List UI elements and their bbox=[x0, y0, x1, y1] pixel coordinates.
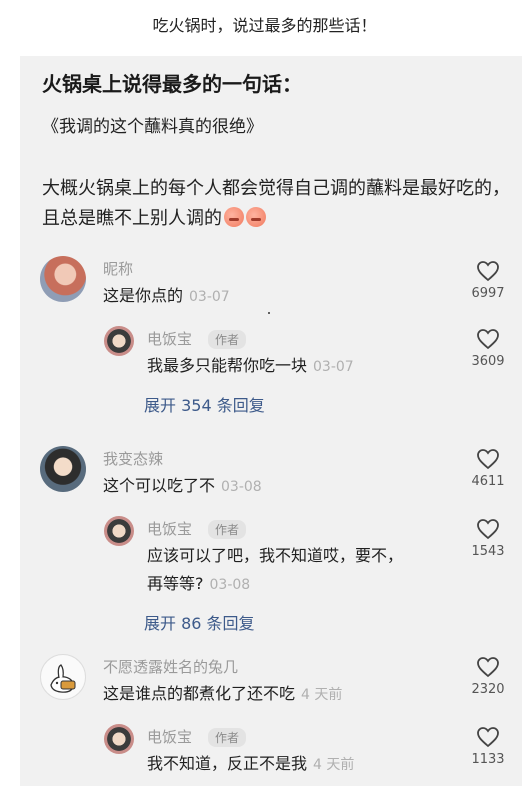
comment-text: 这是你点的 03-07 bbox=[103, 282, 230, 311]
comment-text: 这个可以吃了不 03-08 bbox=[103, 472, 262, 501]
like-count: 3609 bbox=[471, 354, 505, 369]
heart-icon bbox=[477, 727, 499, 748]
like-count: 1543 bbox=[471, 544, 505, 559]
comment-body: 这是谁点的都煮化了还不吃 bbox=[103, 684, 296, 703]
crying-emoji-icon bbox=[224, 207, 244, 227]
avatar[interactable] bbox=[40, 256, 86, 302]
stray-dot bbox=[268, 312, 270, 314]
expand-replies-link[interactable]: 展开 354 条回复 bbox=[144, 392, 265, 416]
post-quote: 《我调的这个蘸料真的很绝》 bbox=[42, 117, 263, 137]
reply-body: 我不知道，反正不是我 bbox=[147, 754, 308, 773]
author-badge: 作者 bbox=[208, 728, 247, 747]
reply-username[interactable]: 电饭宝 bbox=[147, 328, 192, 349]
avatar[interactable] bbox=[104, 724, 134, 754]
reply-date: 03-07 bbox=[313, 359, 354, 375]
reply-date: 03-08 bbox=[209, 577, 251, 593]
comment-text: 这是谁点的都煮化了还不吃 4 天前 bbox=[103, 680, 342, 709]
like-count: 6997 bbox=[471, 286, 505, 301]
avatar[interactable] bbox=[40, 446, 86, 492]
post-title: 火锅桌上说得最多的一句话： bbox=[42, 72, 302, 96]
comment-username[interactable]: 昵称 bbox=[103, 258, 133, 279]
like-button[interactable]: 2320 bbox=[462, 656, 514, 697]
expand-replies-link[interactable]: 展开 86 条回复 bbox=[144, 610, 255, 634]
like-count: 1133 bbox=[471, 752, 505, 767]
reply-text: 我最多只能帮你吃一块 03-07 bbox=[147, 352, 354, 381]
bunny-avatar-icon bbox=[50, 664, 76, 693]
post-body-text: 大概火锅桌上的每个人都会觉得自己调的蘸料是最好吃的，且总是瞧不上别人调的 bbox=[42, 178, 510, 229]
reply-username[interactable]: 电饭宝 bbox=[147, 518, 192, 539]
comment-date: 03-07 bbox=[189, 289, 230, 305]
like-button[interactable]: 4611 bbox=[462, 448, 514, 489]
reply-text-line-2: 再等等? 03-08 bbox=[147, 570, 250, 599]
post-body: 大概火锅桌上的每个人都会觉得自己调的蘸料是最好吃的，且总是瞧不上别人调的 bbox=[42, 174, 512, 234]
reply-text-line-1: 应该可以了吧，我不知道哎，要不， bbox=[147, 546, 404, 565]
author-badge: 作者 bbox=[208, 520, 247, 539]
comment-date: 03-08 bbox=[221, 479, 262, 495]
author-badge: 作者 bbox=[208, 330, 247, 349]
like-button[interactable]: 1133 bbox=[462, 726, 514, 767]
reply-username[interactable]: 电饭宝 bbox=[147, 726, 192, 747]
comment-username[interactable]: 我变态辣 bbox=[103, 448, 163, 469]
heart-icon bbox=[477, 329, 499, 350]
comment-body: 这个可以吃了不 bbox=[103, 476, 216, 495]
like-button[interactable]: 6997 bbox=[462, 260, 514, 301]
post-card: 火锅桌上说得最多的一句话： 《我调的这个蘸料真的很绝》 大概火锅桌上的每个人都会… bbox=[20, 56, 522, 786]
reply-body: 我最多只能帮你吃一块 bbox=[147, 356, 308, 375]
avatar[interactable] bbox=[104, 516, 134, 546]
reply-text: 我不知道，反正不是我 4 天前 bbox=[147, 750, 354, 779]
reply-date: 4 天前 bbox=[313, 757, 355, 773]
heart-icon bbox=[477, 657, 499, 678]
reply-body: 再等等? bbox=[147, 574, 204, 593]
comment-username[interactable]: 不愿透露姓名的兔几 bbox=[103, 656, 238, 677]
comment-date: 4 天前 bbox=[301, 687, 343, 703]
avatar[interactable] bbox=[104, 326, 134, 356]
image-caption: 吃火锅时，说过最多的那些话！ bbox=[152, 16, 377, 35]
comment-body: 这是你点的 bbox=[103, 286, 184, 305]
heart-icon bbox=[477, 261, 499, 282]
crying-emoji-icon bbox=[246, 207, 266, 227]
heart-icon bbox=[477, 519, 499, 540]
heart-icon bbox=[477, 449, 499, 470]
like-count: 2320 bbox=[471, 682, 505, 697]
like-button[interactable]: 1543 bbox=[462, 518, 514, 559]
like-button[interactable]: 3609 bbox=[462, 328, 514, 369]
avatar[interactable] bbox=[40, 654, 86, 700]
like-count: 4611 bbox=[471, 474, 505, 489]
